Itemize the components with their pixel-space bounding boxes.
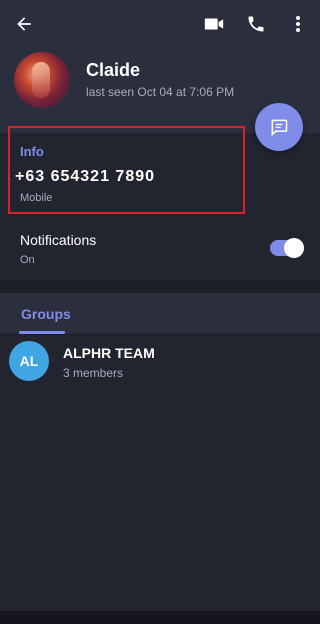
group-name[interactable]: ALPHR TEAM — [63, 345, 155, 361]
chat-icon — [271, 119, 288, 137]
avatar[interactable] — [14, 52, 70, 108]
toggle-knob — [284, 238, 304, 258]
last-seen-status: last seen Oct 04 at 7:06 PM — [86, 85, 235, 99]
notifications-state: On — [20, 254, 35, 266]
phone-number[interactable]: +63 654321 7890 — [15, 168, 155, 186]
tab-groups[interactable]: Groups — [21, 306, 71, 322]
group-member-count: 3 members — [63, 366, 124, 380]
video-call-icon[interactable] — [200, 10, 228, 38]
message-button[interactable] — [255, 103, 303, 151]
notifications-toggle[interactable] — [270, 238, 304, 258]
phone-type-label: Mobile — [20, 192, 53, 204]
info-section-title: Info — [20, 144, 44, 159]
more-vert-icon[interactable] — [288, 10, 308, 38]
tab-divider — [0, 334, 320, 335]
contact-name: Claide — [86, 60, 141, 80]
phone-call-icon[interactable] — [242, 10, 270, 38]
group-avatar[interactable]: AL — [9, 341, 49, 381]
notifications-label[interactable]: Notifications — [20, 232, 96, 248]
section-divider — [0, 281, 320, 293]
back-arrow-icon[interactable] — [10, 10, 38, 38]
bottom-bar — [0, 611, 320, 624]
